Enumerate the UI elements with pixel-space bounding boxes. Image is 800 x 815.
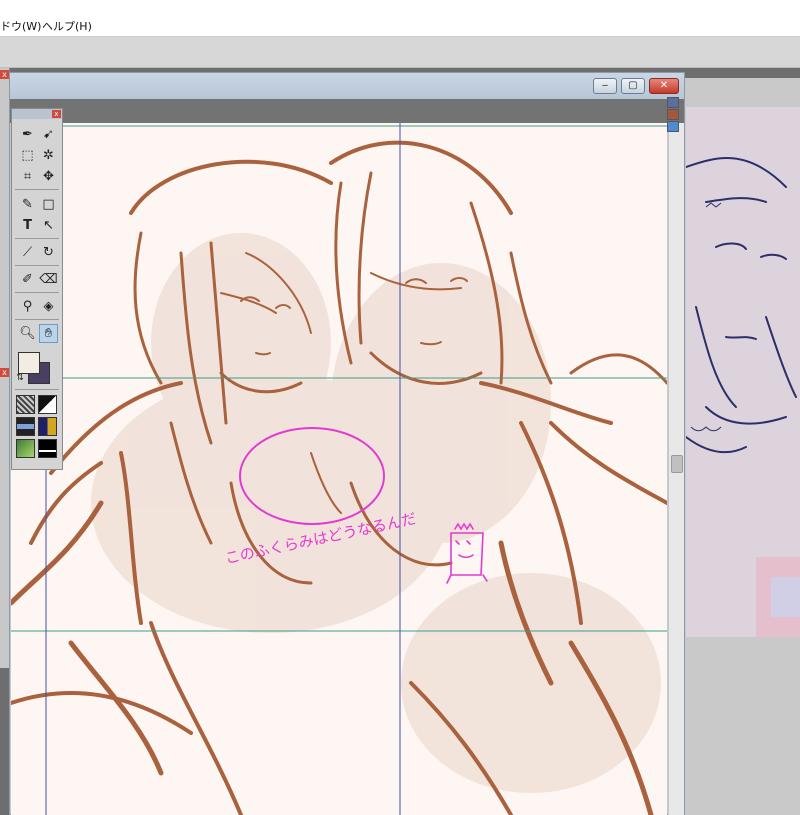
type-tool-icon[interactable]: T [18,216,37,235]
eraser-tool-icon[interactable]: ⌫ [39,270,58,289]
tool-separator [15,292,59,293]
docked-panel-tabs [667,97,681,147]
scrollbar-thumb[interactable] [671,455,683,473]
pen-path-tool-icon[interactable]: ✎ [18,195,37,214]
marquee-tool-icon[interactable]: ⬚ [18,146,37,165]
magic-wand-tool-icon[interactable]: ✲ [39,146,58,165]
close-icon: ✕ [659,80,669,91]
crop-tool-icon[interactable]: ⌗ [18,167,37,186]
tool-palette: x ✒ ➹ ⬚ ✲ ⌗ ✥ ✎ □ T ↖ ⟋ ↻ ✐ ⌫ ⚲ ◈ 🔍︎ ✋︎ … [11,108,63,470]
arrow-select-tool-icon[interactable]: ↖ [39,216,58,235]
zoom-tool-icon[interactable]: 🔍︎ [18,324,37,343]
rectangle-tool-icon[interactable]: □ [39,195,58,214]
vertical-scrollbar[interactable] [668,123,684,815]
tool-separator [15,238,59,239]
brush-tool-icon[interactable]: ⟋ [18,243,37,262]
tool-separator [15,389,59,390]
pen-tool-icon[interactable]: ✒ [18,125,37,144]
navigator-panel-tab-icon[interactable] [667,109,679,120]
main-document-window[interactable]: ‒ ▢ ✕ このふくらみはどうなるんだ [9,72,685,815]
document-ruler-gap [10,99,684,123]
direct-select-tool-icon[interactable]: ➹ [39,125,58,144]
background-document-canvas[interactable] [686,107,800,637]
tool-separator [15,319,59,320]
drawing-canvas[interactable]: このふくらみはどうなるんだ [11,123,667,815]
tool-separator [15,265,59,266]
airbrush-tool-icon[interactable]: ✐ [18,270,37,289]
pattern-preset-1[interactable] [16,395,35,414]
move-tool-icon[interactable]: ✥ [39,167,58,186]
color-panel-tab-icon[interactable] [667,121,679,132]
sketch-artwork [11,123,667,815]
swap-colors-icon[interactable]: ⇅ [14,372,26,384]
foreground-color-swatch[interactable] [18,352,40,374]
lasso-tool-icon[interactable]: ↻ [39,243,58,262]
hand-tool-icon[interactable]: ✋︎ [39,324,58,343]
portrait-sketch-artwork [686,107,800,637]
maximize-button[interactable]: ▢ [621,78,645,94]
tool-separator [15,189,59,190]
menu-bar: ドウ(W) ヘルプ(H) [0,0,800,37]
pattern-preset-6[interactable] [38,439,57,458]
tool-palette-header[interactable]: x [12,109,62,119]
left-palette-close-icon[interactable]: x [0,70,9,79]
tool-palette-close-icon[interactable]: x [52,110,61,118]
document-title-bar[interactable]: ‒ ▢ ✕ [10,73,684,99]
menu-help[interactable]: ヘルプ(H) [42,20,92,34]
minimize-button[interactable]: ‒ [593,78,617,94]
pattern-preset-2[interactable] [38,395,57,414]
maximize-icon: ▢ [628,80,638,91]
eyedropper-tool-icon[interactable]: ⚲ [18,297,37,316]
close-button[interactable]: ✕ [649,78,679,94]
pattern-preset-5[interactable] [16,439,35,458]
menu-window[interactable]: ドウ(W) [0,20,41,34]
fill-tool-icon[interactable]: ◈ [39,297,58,316]
left-palette-close-icon-2[interactable]: x [0,368,9,377]
options-toolbar [0,37,800,68]
layer-panel-tab-icon[interactable] [667,97,679,108]
minimize-icon: ‒ [601,80,609,91]
pattern-preset-3[interactable] [16,417,35,436]
pattern-preset-4[interactable] [38,417,57,436]
